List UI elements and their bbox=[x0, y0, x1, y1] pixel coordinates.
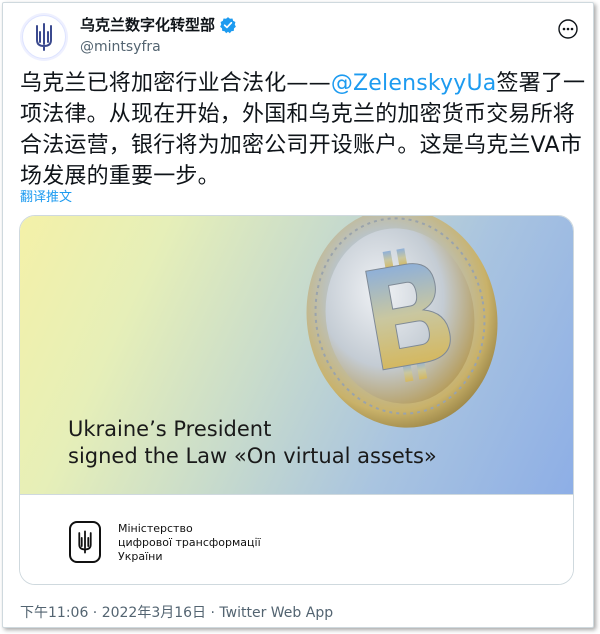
display-name-text[interactable]: 乌克兰数字化转型部 bbox=[80, 15, 215, 35]
ministry-line-1: Міністерство bbox=[118, 522, 193, 535]
ministry-logo bbox=[69, 521, 101, 563]
ministry-line-3: України bbox=[118, 550, 163, 563]
mention-link[interactable]: @ZelenskyyUa bbox=[331, 71, 497, 96]
ministry-line-2: цифрової трансформації bbox=[118, 536, 261, 549]
card-title: Ukraine’s President signed the Law «On v… bbox=[68, 416, 437, 470]
profile-avatar[interactable] bbox=[20, 13, 68, 61]
card-footer[interactable]: Міністерство цифрової трансформації Укра… bbox=[20, 494, 573, 584]
verified-badge-icon bbox=[220, 17, 236, 34]
tweet-timestamp-source[interactable]: 下午11:06 · 2022年3月16日 · Twitter Web App bbox=[20, 602, 333, 622]
ministry-name: Міністерство цифрової трансформації Укра… bbox=[118, 522, 261, 564]
card-image[interactable]: Ukraine’s President signed the Law «On v… bbox=[20, 216, 573, 494]
link-card[interactable]: Ukraine’s President signed the Law «On v… bbox=[19, 215, 574, 585]
translate-tweet-link[interactable]: 翻译推文 bbox=[20, 186, 72, 205]
card-title-line-2: signed the Law «On virtual assets» bbox=[68, 444, 437, 468]
avatar-frame bbox=[22, 15, 66, 59]
account-display-name[interactable]: 乌克兰数字化转型部 bbox=[80, 15, 237, 35]
account-names: 乌克兰数字化转型部 @mintsyfra bbox=[80, 15, 237, 57]
tweet-text: 乌克兰已将加密行业合法化——@ZelenskyyUa签署了一项法律。从现在开始，… bbox=[20, 68, 590, 192]
more-options-button[interactable] bbox=[556, 17, 580, 41]
trident-emblem-icon bbox=[36, 23, 52, 51]
tweet-text-part-1: 乌克兰已将加密行业合法化—— bbox=[20, 71, 331, 96]
more-options-icon bbox=[558, 19, 578, 39]
tweet-header: 乌克兰数字化转型部 @mintsyfra bbox=[20, 13, 580, 61]
account-handle[interactable]: @mintsyfra bbox=[80, 37, 237, 57]
trident-emblem-icon bbox=[78, 530, 92, 554]
card-title-line-1: Ukraine’s President bbox=[68, 417, 272, 441]
